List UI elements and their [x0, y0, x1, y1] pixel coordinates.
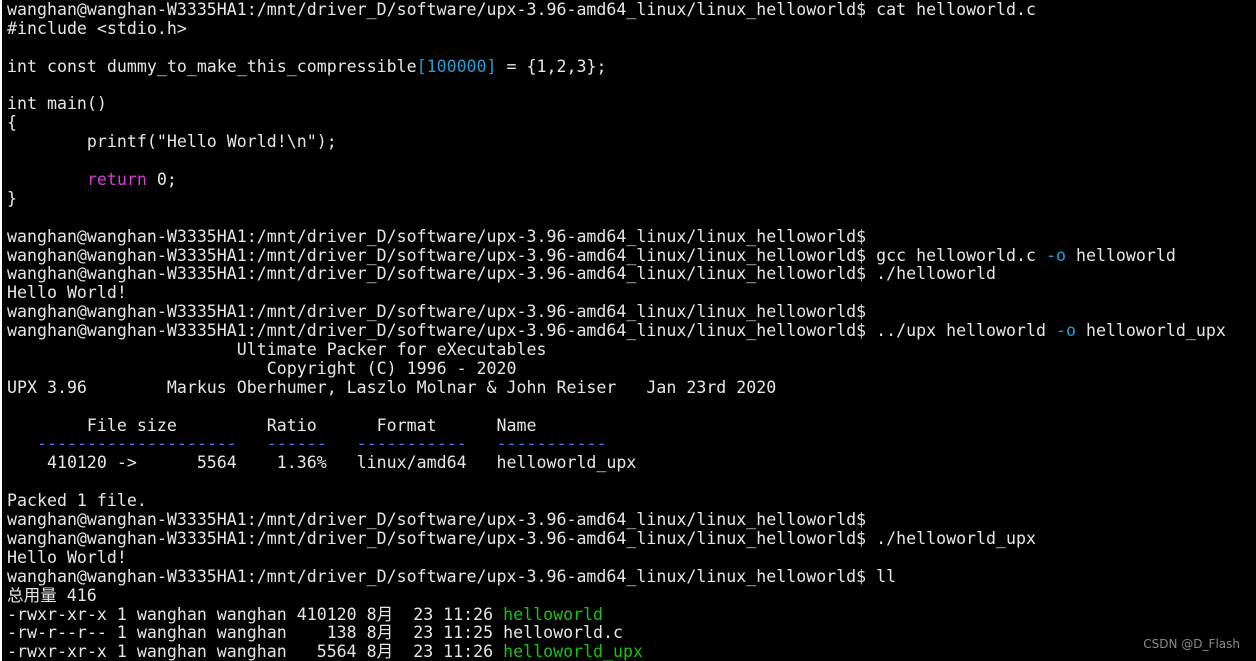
- terminal-line: -rwxr-xr-x 1 wanghan wanghan 410120 8月 2…: [7, 604, 1226, 625]
- terminal-line: File size Ratio Format Name: [7, 415, 1226, 436]
- terminal-text: Hello World!: [7, 547, 127, 567]
- terminal-text: File size Ratio Format Name: [7, 415, 537, 435]
- terminal-text: int main(): [7, 94, 107, 114]
- terminal-line: wanghan@wanghan-W3335HA1:/mnt/driver_D/s…: [7, 226, 1226, 247]
- terminal-text: -o: [1055, 321, 1076, 341]
- terminal-line: Copyright (C) 1996 - 2020: [7, 358, 1226, 379]
- terminal-text: #include <stdio.h>: [7, 18, 187, 38]
- terminal-text: }: [7, 188, 17, 208]
- terminal-line: int main(): [7, 95, 1226, 114]
- terminal-output: wanghan@wanghan-W3335HA1:/mnt/driver_D/s…: [7, 0, 1226, 661]
- terminal-text: wanghan@wanghan-W3335HA1:/mnt/driver_D/s…: [7, 510, 867, 530]
- terminal-text: wanghan@wanghan-W3335HA1:/mnt/driver_D/s…: [7, 566, 897, 586]
- terminal-text: Hello World!: [7, 283, 127, 303]
- terminal-line: Hello World!: [7, 283, 1226, 303]
- terminal-line: -rwxr-xr-x 1 wanghan wanghan 5564 8月 23 …: [7, 642, 1226, 661]
- terminal-text: wanghan@wanghan-W3335HA1:/mnt/driver_D/s…: [7, 226, 867, 246]
- terminal-text: helloworld_upx: [1075, 321, 1226, 341]
- terminal-text: wanghan@wanghan-W3335HA1:/mnt/driver_D/s…: [7, 528, 1036, 548]
- terminal-line: -rw-r--r-- 1 wanghan wanghan 138 8月 23 1…: [7, 623, 1226, 643]
- terminal-text: 总用量 416: [7, 585, 97, 605]
- terminal-text: -rwxr-xr-x 1 wanghan wanghan 5564 8月 23 …: [7, 642, 504, 661]
- terminal-line: UPX 3.96 Markus Oberhumer, Laszlo Molnar…: [7, 377, 1226, 398]
- terminal-line: Packed 1 file.: [7, 491, 1226, 511]
- terminal-line: printf("Hello World!\n");: [7, 132, 1226, 152]
- terminal-text: Packed 1 file.: [7, 491, 147, 511]
- terminal-line: }: [7, 188, 1226, 209]
- terminal-text: helloworld_upx: [503, 642, 644, 661]
- terminal-text: wanghan@wanghan-W3335HA1:/mnt/driver_D/s…: [7, 245, 1046, 265]
- terminal-line: wanghan@wanghan-W3335HA1:/mnt/driver_D/s…: [7, 510, 1226, 530]
- terminal-text: helloworld: [1065, 245, 1176, 265]
- terminal-text: UPX 3.96 Markus Oberhumer, Laszlo Molnar…: [7, 377, 777, 397]
- terminal-text: printf("Hello World!\n");: [7, 132, 337, 152]
- terminal-text: -rwxr-xr-x 1 wanghan wanghan 410120 8月 2…: [7, 604, 504, 624]
- terminal-text: 410120 -> 5564 1.36% linux/amd64 hellowo…: [7, 453, 637, 473]
- terminal-text: int const dummy_to_make_this_compressibl…: [7, 56, 417, 76]
- terminal-line: -------------------- ------ ----------- …: [7, 435, 1226, 454]
- terminal-text: Ultimate Packer for eXecutables: [7, 340, 547, 360]
- terminal-line: wanghan@wanghan-W3335HA1:/mnt/driver_D/s…: [7, 302, 1226, 322]
- terminal-text: = {1,2,3};: [496, 56, 607, 76]
- terminal-text: return: [86, 170, 147, 190]
- terminal-text: -rw-r--r-- 1 wanghan wanghan 138 8月 23 1…: [7, 623, 624, 643]
- terminal-text: Copyright (C) 1996 - 2020: [7, 358, 517, 378]
- terminal-line: 410120 -> 5564 1.36% linux/amd64 hellowo…: [7, 453, 1226, 473]
- terminal-text: [100000]: [416, 56, 497, 76]
- terminal-line: Ultimate Packer for eXecutables: [7, 340, 1226, 360]
- terminal-line: 总用量 416: [7, 585, 1226, 606]
- watermark: CSDN @D_Flash: [1143, 637, 1240, 651]
- terminal-line: wanghan@wanghan-W3335HA1:/mnt/driver_D/s…: [7, 321, 1226, 341]
- terminal-text: helloworld: [503, 604, 604, 624]
- terminal-text: -o: [1046, 245, 1066, 265]
- terminal-window[interactable]: wanghan@wanghan-W3335HA1:/mnt/driver_D/s…: [2, 0, 1256, 661]
- terminal-line: wanghan@wanghan-W3335HA1:/mnt/driver_D/s…: [7, 566, 1226, 587]
- terminal-line: {: [7, 113, 1226, 133]
- terminal-text: wanghan@wanghan-W3335HA1:/mnt/driver_D/s…: [7, 302, 867, 322]
- terminal-text: wanghan@wanghan-W3335HA1:/mnt/driver_D/s…: [7, 264, 997, 284]
- terminal-text: wanghan@wanghan-W3335HA1:/mnt/driver_D/s…: [7, 0, 1036, 19]
- terminal-line: #include <stdio.h>: [7, 18, 1226, 39]
- terminal-line: wanghan@wanghan-W3335HA1:/mnt/driver_D/s…: [7, 0, 1226, 20]
- terminal-text: -------------------- ------ ----------- …: [36, 434, 607, 454]
- terminal-text: 0;: [146, 170, 177, 190]
- terminal-line: int const dummy_to_make_this_compressibl…: [7, 56, 1226, 77]
- terminal-line: return 0;: [7, 170, 1226, 190]
- terminal-line: wanghan@wanghan-W3335HA1:/mnt/driver_D/s…: [7, 265, 1226, 284]
- terminal-line: Hello World!: [7, 547, 1226, 568]
- terminal-line: wanghan@wanghan-W3335HA1:/mnt/driver_D/s…: [7, 528, 1226, 549]
- terminal-text: {: [7, 113, 17, 133]
- terminal-text: wanghan@wanghan-W3335HA1:/mnt/driver_D/s…: [7, 321, 1056, 341]
- terminal-line: wanghan@wanghan-W3335HA1:/mnt/driver_D/s…: [7, 245, 1226, 266]
